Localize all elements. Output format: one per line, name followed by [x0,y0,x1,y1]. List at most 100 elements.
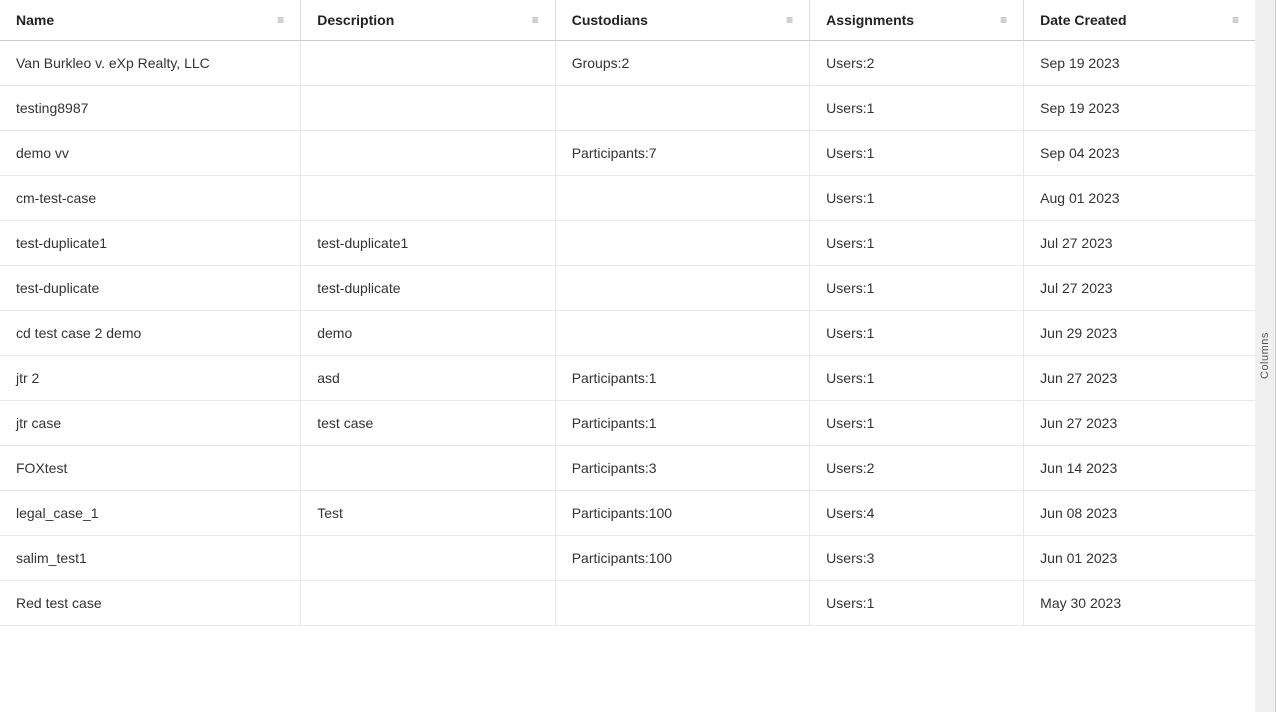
cell-name: test-duplicate1 [0,221,301,266]
cell-assignments: Users:2 [810,446,1024,491]
cell-custodians [555,581,809,626]
cell-assignments: Users:1 [810,401,1024,446]
columns-side-label: Columns [1255,0,1276,712]
table-body: Van Burkleo v. eXp Realty, LLCGroups:2Us… [0,41,1255,626]
cell-date_created: Sep 19 2023 [1024,86,1255,131]
cell-assignments: Users:2 [810,41,1024,86]
cell-custodians: Participants:100 [555,491,809,536]
cell-date_created: Jun 08 2023 [1024,491,1255,536]
cell-assignments: Users:1 [810,176,1024,221]
cell-name: legal_case_1 [0,491,301,536]
cell-date_created: Jun 27 2023 [1024,356,1255,401]
cell-name: FOXtest [0,446,301,491]
cell-name: Red test case [0,581,301,626]
table-container: Name ≡ Description ≡ Custodians ≡ Assignments ≡… [0,0,1276,712]
table-wrapper[interactable]: Name ≡ Description ≡ Custodians ≡ Assignments ≡… [0,0,1255,712]
cell-custodians: Participants:100 [555,536,809,581]
cell-date_created: Sep 04 2023 [1024,131,1255,176]
cell-custodians: Participants:7 [555,131,809,176]
table-row[interactable]: jtr 2asdParticipants:1Users:1Jun 27 2023 [0,356,1255,401]
table-row[interactable]: salim_test1 Participants:100Users:3Jun 01… [0,536,1255,581]
cell-name: Van Burkleo v. eXp Realty, LLC [0,41,301,86]
cell-description: asd [301,356,555,401]
cell-name: test-duplicate [0,266,301,311]
th-menu-icon-date_created[interactable]: ≡ [1232,13,1239,27]
cell-description [301,41,555,86]
cell-name: salim_test1 [0,536,301,581]
cell-custodians: Participants:1 [555,401,809,446]
table-row[interactable]: Van Burkleo v. eXp Realty, LLC Groups:2Us… [0,41,1255,86]
cell-assignments: Users:1 [810,356,1024,401]
cell-name: cm-test-case [0,176,301,221]
cell-description [301,446,555,491]
table-row[interactable]: FOXtest Participants:3Users:2Jun 14 2023 [0,446,1255,491]
th-menu-icon-assignments[interactable]: ≡ [1000,13,1007,27]
cell-assignments: Users:1 [810,581,1024,626]
table-row[interactable]: jtr casetest caseParticipants:1Users:1Ju… [0,401,1255,446]
cell-name: demo vv [0,131,301,176]
cell-description [301,536,555,581]
table-row[interactable]: testing8987 Users:1Sep 19 2023 [0,86,1255,131]
cell-date_created: Jun 01 2023 [1024,536,1255,581]
th-menu-icon-description[interactable]: ≡ [532,13,539,27]
th-date_created[interactable]: Date Created ≡ [1024,0,1255,41]
cell-assignments: Users:1 [810,131,1024,176]
cell-custodians [555,86,809,131]
table-header: Name ≡ Description ≡ Custodians ≡ Assignments ≡… [0,0,1255,41]
th-menu-icon-custodians[interactable]: ≡ [786,13,793,27]
cell-description [301,131,555,176]
cell-description: demo [301,311,555,356]
th-custodians[interactable]: Custodians ≡ [555,0,809,41]
th-label-date_created: Date Created [1040,12,1126,28]
cell-description: test case [301,401,555,446]
th-label-description: Description [317,12,394,28]
table-row[interactable]: test-duplicatetest-duplicate Users:1Jul 2… [0,266,1255,311]
cell-custodians: Participants:1 [555,356,809,401]
data-table: Name ≡ Description ≡ Custodians ≡ Assignments ≡… [0,0,1255,626]
cell-custodians [555,221,809,266]
cell-custodians [555,176,809,221]
th-label-custodians: Custodians [572,12,648,28]
cell-custodians: Groups:2 [555,41,809,86]
table-row[interactable]: legal_case_1TestParticipants:100Users:4J… [0,491,1255,536]
cell-date_created: Jul 27 2023 [1024,266,1255,311]
th-menu-icon-name[interactable]: ≡ [277,13,284,27]
cell-description [301,176,555,221]
cell-assignments: Users:1 [810,266,1024,311]
cell-description [301,581,555,626]
table-row[interactable]: cd test case 2 demodemo Users:1Jun 29 202… [0,311,1255,356]
cell-assignments: Users:1 [810,221,1024,266]
cell-assignments: Users:3 [810,536,1024,581]
cell-date_created: May 30 2023 [1024,581,1255,626]
cell-name: testing8987 [0,86,301,131]
cell-description: test-duplicate1 [301,221,555,266]
cell-date_created: Aug 01 2023 [1024,176,1255,221]
cell-name: jtr case [0,401,301,446]
cell-custodians: Participants:3 [555,446,809,491]
th-label-assignments: Assignments [826,12,914,28]
cell-date_created: Jun 27 2023 [1024,401,1255,446]
cell-description: test-duplicate [301,266,555,311]
cell-date_created: Jun 14 2023 [1024,446,1255,491]
th-label-name: Name [16,12,54,28]
table-row[interactable]: test-duplicate1test-duplicate1 Users:1Jul… [0,221,1255,266]
table-row[interactable]: Red test case Users:1May 30 2023 [0,581,1255,626]
cell-custodians [555,266,809,311]
cell-assignments: Users:4 [810,491,1024,536]
cell-date_created: Sep 19 2023 [1024,41,1255,86]
cell-date_created: Jul 27 2023 [1024,221,1255,266]
table-row[interactable]: demo vv Participants:7Users:1Sep 04 2023 [0,131,1255,176]
header-row: Name ≡ Description ≡ Custodians ≡ Assignments ≡… [0,0,1255,41]
cell-name: cd test case 2 demo [0,311,301,356]
cell-description [301,86,555,131]
cell-assignments: Users:1 [810,311,1024,356]
th-name[interactable]: Name ≡ [0,0,301,41]
cell-name: jtr 2 [0,356,301,401]
table-row[interactable]: cm-test-case Users:1Aug 01 2023 [0,176,1255,221]
cell-custodians [555,311,809,356]
th-description[interactable]: Description ≡ [301,0,555,41]
cell-date_created: Jun 29 2023 [1024,311,1255,356]
cell-assignments: Users:1 [810,86,1024,131]
cell-description: Test [301,491,555,536]
th-assignments[interactable]: Assignments ≡ [810,0,1024,41]
